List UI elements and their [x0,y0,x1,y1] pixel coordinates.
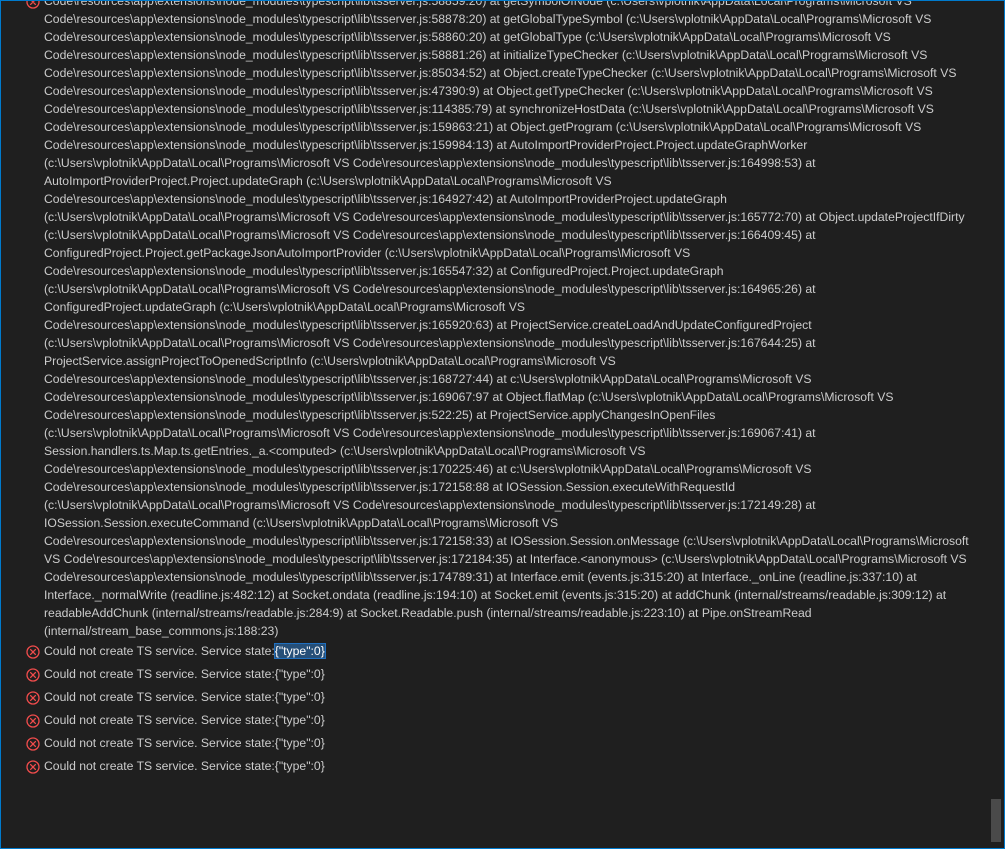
service-state-value: {"type":0} [274,736,325,750]
log-entry-stack-trace[interactable]: Code\resources\app\extensions\node_modul… [1,0,990,640]
error-circle-icon [26,667,40,682]
log-entry-service-error[interactable]: Could not create TS service. Service sta… [1,663,990,686]
log-entry-service-error[interactable]: Could not create TS service. Service sta… [1,732,990,755]
selected-text[interactable]: {"type":0} [273,643,326,659]
service-state-value: {"type":0} [274,759,325,773]
error-circle-icon [26,736,40,751]
service-state-value: {"type":0} [274,667,325,681]
error-circle-icon [26,1,40,9]
error-circle-icon [26,644,40,659]
log-entry-message: Code\resources\app\extensions\node_modul… [44,0,969,638]
log-entry-service-error[interactable]: Could not create TS service. Service sta… [1,755,990,778]
error-circle-icon [26,759,40,774]
service-state-value: {"type":0} [274,690,325,704]
service-error-text: Could not create TS service. Service sta… [44,667,275,681]
error-circle-icon [26,713,40,728]
scrollbar-thumb[interactable] [991,799,1001,842]
log-entry-service-error[interactable]: Could not create TS service. Service sta… [1,686,990,709]
vertical-scrollbar[interactable] [990,1,1004,848]
service-error-text: Could not create TS service. Service sta… [44,759,275,773]
service-error-text: Could not create TS service. Service sta… [44,644,275,658]
log-entry-service-error[interactable]: Could not create TS service. Service sta… [1,709,990,732]
service-state-value: {"type":0} [274,713,325,727]
service-error-text: Could not create TS service. Service sta… [44,713,275,727]
output-log-panel[interactable]: Code\resources\app\extensions\node_modul… [0,0,1005,849]
error-circle-icon [26,690,40,705]
log-list: Code\resources\app\extensions\node_modul… [1,0,990,778]
log-entry-service-error[interactable]: Could not create TS service. Service sta… [1,640,990,663]
service-error-text: Could not create TS service. Service sta… [44,690,275,704]
service-error-text: Could not create TS service. Service sta… [44,736,275,750]
